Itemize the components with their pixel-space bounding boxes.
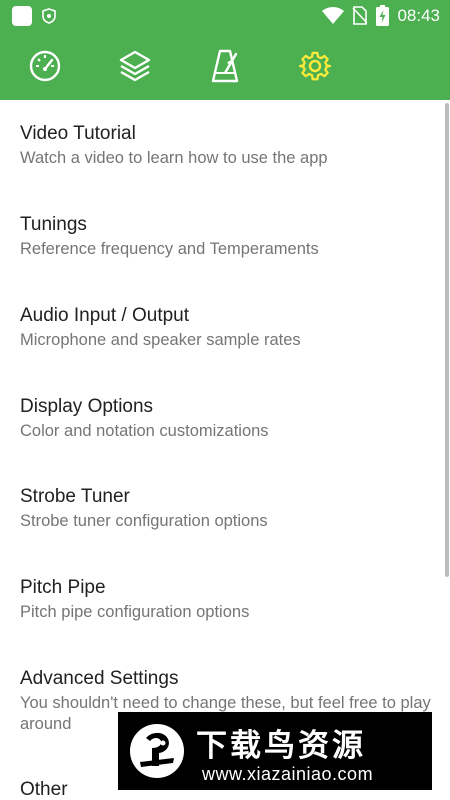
- item-title: Advanced Settings: [20, 668, 179, 689]
- bird-logo-icon: [130, 724, 184, 778]
- tab-settings[interactable]: [295, 46, 335, 86]
- gear-icon: [299, 51, 331, 81]
- settings-item-tunings[interactable]: Tunings Reference frequency and Temperam…: [20, 213, 435, 260]
- settings-list: Video Tutorial Watch a video to learn ho…: [0, 100, 450, 800]
- tuner-gauge-icon: [29, 50, 61, 82]
- layers-icon: [119, 50, 151, 82]
- tab-metronome[interactable]: [205, 46, 245, 86]
- item-subtitle: Pitch pipe configuration options: [20, 603, 250, 621]
- watermark: 下载鸟资源 www.xiazainiao.com: [118, 712, 432, 790]
- item-title: Audio Input / Output: [20, 305, 190, 326]
- clock: 08:43: [397, 5, 440, 25]
- item-subtitle: Strobe tuner configuration options: [20, 512, 268, 530]
- item-title: Display Options: [20, 396, 154, 417]
- scrollbar[interactable]: [445, 103, 449, 577]
- settings-item-strobe-tuner[interactable]: Strobe Tuner Strobe tuner configuration …: [20, 485, 435, 532]
- item-subtitle: Color and notation customizations: [20, 422, 269, 440]
- tab-layers[interactable]: [115, 46, 155, 86]
- item-title: Pitch Pipe: [20, 577, 106, 598]
- item-subtitle: Reference frequency and Temperaments: [20, 240, 319, 258]
- shield-icon: [42, 8, 56, 24]
- app-bar: [0, 32, 450, 100]
- settings-item-pitch-pipe[interactable]: Pitch Pipe Pitch pipe configuration opti…: [20, 576, 435, 623]
- app-square-icon: [12, 6, 32, 26]
- tab-tuner[interactable]: [25, 46, 65, 86]
- no-sim-icon: [352, 6, 369, 25]
- wifi-icon: [322, 6, 345, 24]
- settings-item-display-options[interactable]: Display Options Color and notation custo…: [20, 395, 435, 442]
- watermark-text: 下载鸟资源: [196, 728, 366, 764]
- status-bar: 08:43: [0, 0, 450, 32]
- item-title: Strobe Tuner: [20, 486, 130, 507]
- item-subtitle: Watch a video to learn how to use the ap…: [20, 149, 328, 167]
- settings-item-video-tutorial[interactable]: Video Tutorial Watch a video to learn ho…: [20, 122, 435, 169]
- item-title: Video Tutorial: [20, 123, 136, 144]
- watermark-url: www.xiazainiao.com: [202, 764, 374, 784]
- settings-item-audio-io[interactable]: Audio Input / Output Microphone and spea…: [20, 304, 435, 351]
- battery-charging-icon: [376, 5, 390, 26]
- metronome-icon: [211, 49, 239, 83]
- item-subtitle: Microphone and speaker sample rates: [20, 331, 301, 349]
- item-title: Tunings: [20, 214, 87, 235]
